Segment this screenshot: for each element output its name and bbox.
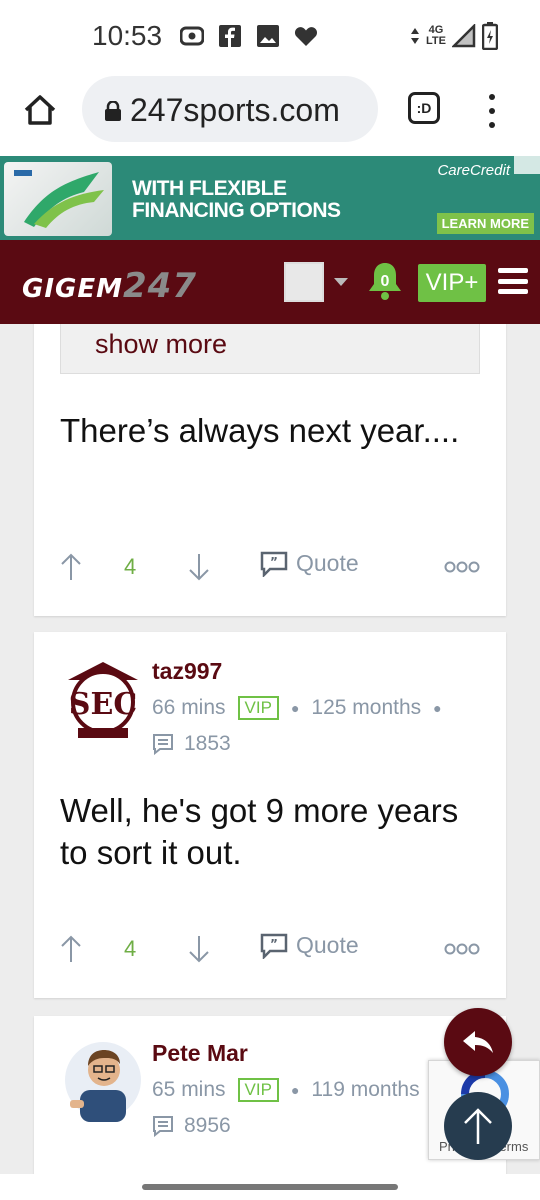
gesture-handle[interactable] bbox=[142, 1184, 398, 1190]
network-type: 4G LTE bbox=[426, 24, 446, 47]
signal-icon bbox=[452, 24, 476, 48]
vip-badge: VIP bbox=[237, 1078, 279, 1102]
author-avatar[interactable] bbox=[64, 1038, 142, 1122]
separator-dot: ● bbox=[433, 700, 442, 716]
comment-text: There’s always next year.... bbox=[60, 412, 460, 449]
comment-actions: 4 ” Quote bbox=[60, 930, 500, 970]
reply-button[interactable] bbox=[444, 1008, 512, 1076]
hamburger-menu-icon[interactable] bbox=[498, 268, 528, 294]
separator-dot: ● bbox=[290, 1082, 300, 1098]
quote-button[interactable]: ” Quote bbox=[260, 550, 359, 578]
adchoices-icon[interactable] bbox=[514, 156, 540, 174]
browser-menu-icon[interactable] bbox=[484, 94, 500, 128]
quote-icon: ” bbox=[260, 933, 288, 960]
post-count: 8956 bbox=[184, 1114, 231, 1137]
comment-meta: 66 mins VIP ● 125 months ● bbox=[152, 696, 442, 720]
svg-text:”: ” bbox=[270, 937, 278, 951]
home-icon[interactable] bbox=[22, 92, 58, 128]
message-icon bbox=[152, 733, 174, 756]
user-avatar[interactable] bbox=[284, 262, 324, 302]
system-nav-bar bbox=[0, 1174, 540, 1200]
svg-text:”: ” bbox=[270, 555, 278, 569]
status-time: 10:53 bbox=[92, 20, 163, 51]
lock-icon bbox=[104, 100, 122, 121]
author-avatar[interactable]: SEC bbox=[64, 658, 142, 742]
message-icon bbox=[152, 1115, 174, 1138]
facebook-icon bbox=[218, 24, 242, 48]
heart-icon bbox=[294, 24, 318, 48]
battery-icon bbox=[482, 22, 498, 50]
status-bar: 10:53 4G LTE bbox=[0, 0, 540, 72]
author-name[interactable]: taz997 bbox=[152, 658, 222, 685]
downvote-arrow-icon[interactable] bbox=[188, 552, 210, 582]
arrow-up-icon bbox=[464, 1108, 492, 1144]
more-options-icon[interactable] bbox=[444, 942, 480, 955]
comment-actions: 4 ” Quote bbox=[60, 548, 500, 588]
quote-icon: ” bbox=[260, 551, 288, 578]
radio-icon bbox=[180, 24, 204, 48]
credit-card-image bbox=[4, 162, 112, 236]
image-icon bbox=[256, 24, 280, 48]
post-count: 1853 bbox=[184, 732, 231, 755]
author-name[interactable]: Pete Mar bbox=[152, 1040, 248, 1067]
url-text: 247sports.com bbox=[130, 92, 340, 128]
vote-count: 4 bbox=[124, 936, 137, 961]
reply-arrow-icon bbox=[463, 1031, 493, 1053]
vote-count: 4 bbox=[124, 554, 137, 579]
site-logo[interactable]: GIGEM247 bbox=[22, 266, 197, 306]
post-count-row: 1853 bbox=[152, 732, 231, 756]
comment-text: Well, he's got 9 more years to sort it o… bbox=[60, 792, 459, 871]
comment-card: SEC taz997 66 mins VIP ● 125 months ● 18… bbox=[34, 632, 506, 998]
show-more-button[interactable]: show more bbox=[60, 324, 480, 374]
chevron-down-icon[interactable] bbox=[334, 278, 348, 286]
member-tenure: 119 months bbox=[311, 1078, 420, 1101]
data-arrows-icon bbox=[411, 28, 420, 44]
upvote-arrow-icon[interactable] bbox=[60, 934, 82, 964]
downvote-arrow-icon[interactable] bbox=[188, 934, 210, 964]
notification-bell-icon[interactable]: 0 bbox=[366, 260, 404, 302]
tab-switcher-button[interactable]: :D bbox=[408, 92, 440, 124]
separator-dot: ● bbox=[290, 700, 300, 716]
more-options-icon[interactable] bbox=[444, 560, 480, 573]
address-bar[interactable]: 247sports.com bbox=[82, 76, 378, 142]
svg-text:SEC: SEC bbox=[69, 687, 137, 722]
upvote-arrow-icon[interactable] bbox=[60, 552, 82, 582]
post-count-row: 8956 bbox=[152, 1114, 231, 1138]
browser-toolbar: 247sports.com :D bbox=[0, 72, 540, 156]
vip-badge: VIP bbox=[237, 696, 279, 720]
site-header: GIGEM247 0 VIP+ bbox=[0, 240, 540, 324]
learn-more-button[interactable]: LEARN MORE bbox=[436, 213, 534, 234]
scroll-to-top-button[interactable] bbox=[444, 1092, 512, 1160]
comment-card: show more There’s always next year.... 4… bbox=[34, 324, 506, 616]
time-ago: 66 mins bbox=[152, 696, 226, 719]
notification-count: 0 bbox=[381, 273, 390, 290]
ad-brand: CareCredit bbox=[437, 162, 510, 179]
quote-button[interactable]: ” Quote bbox=[260, 932, 359, 960]
member-tenure: 125 months bbox=[311, 696, 422, 719]
ad-headline: WITH FLEXIBLE FINANCING OPTIONS bbox=[132, 177, 341, 222]
ad-banner[interactable]: WITH FLEXIBLE FINANCING OPTIONS CareCred… bbox=[0, 156, 540, 240]
comment-meta: 65 mins VIP ● 119 months bbox=[152, 1078, 420, 1102]
vip-plus-button[interactable]: VIP+ bbox=[418, 264, 486, 302]
time-ago: 65 mins bbox=[152, 1078, 226, 1101]
